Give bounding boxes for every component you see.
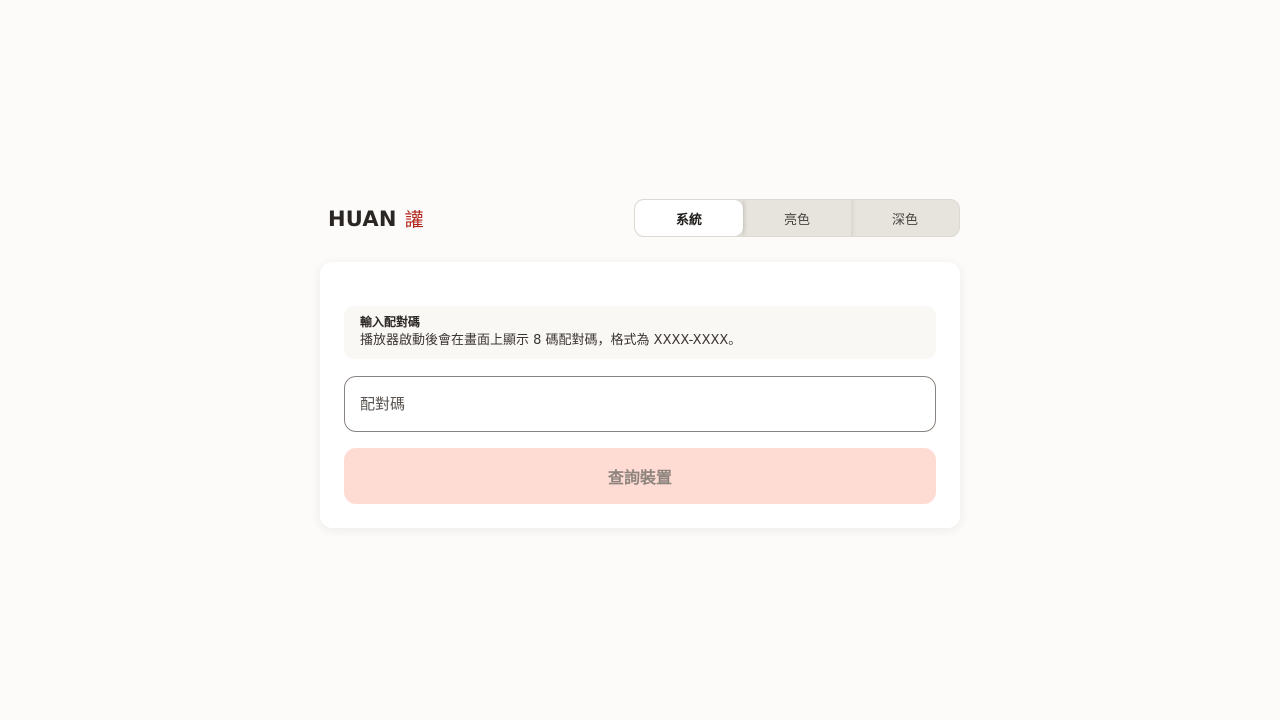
theme-option-light[interactable]: 亮色 xyxy=(743,200,851,236)
top-bar: HUAN 讙 系統 亮色 深色 xyxy=(320,198,960,238)
brand-mark: 讙 xyxy=(404,208,424,231)
theme-switch: 系統 亮色 深色 xyxy=(634,199,960,237)
theme-option-dark[interactable]: 深色 xyxy=(851,200,959,236)
theme-option-system[interactable]: 系統 xyxy=(635,200,743,236)
app-container: HUAN 讙 系統 亮色 深色 輸入配對碼 播放器啟動後會在畫面上顯示 8 碼配… xyxy=(320,198,960,528)
brand-name: HUAN xyxy=(328,206,397,231)
pairing-code-input[interactable] xyxy=(344,376,936,432)
pairing-info-title: 輸入配對碼 xyxy=(360,315,421,329)
pairing-info-box: 輸入配對碼 播放器啟動後會在畫面上顯示 8 碼配對碼，格式為 XXXX-XXXX… xyxy=(344,306,936,359)
pairing-info-description: 播放器啟動後會在畫面上顯示 8 碼配對碼，格式為 XXXX-XXXX。 xyxy=(360,333,742,348)
brand-logo: HUAN 讙 xyxy=(320,205,424,232)
query-device-button[interactable]: 查詢裝置 xyxy=(344,448,936,504)
pairing-card: 輸入配對碼 播放器啟動後會在畫面上顯示 8 碼配對碼，格式為 XXXX-XXXX… xyxy=(320,262,960,528)
